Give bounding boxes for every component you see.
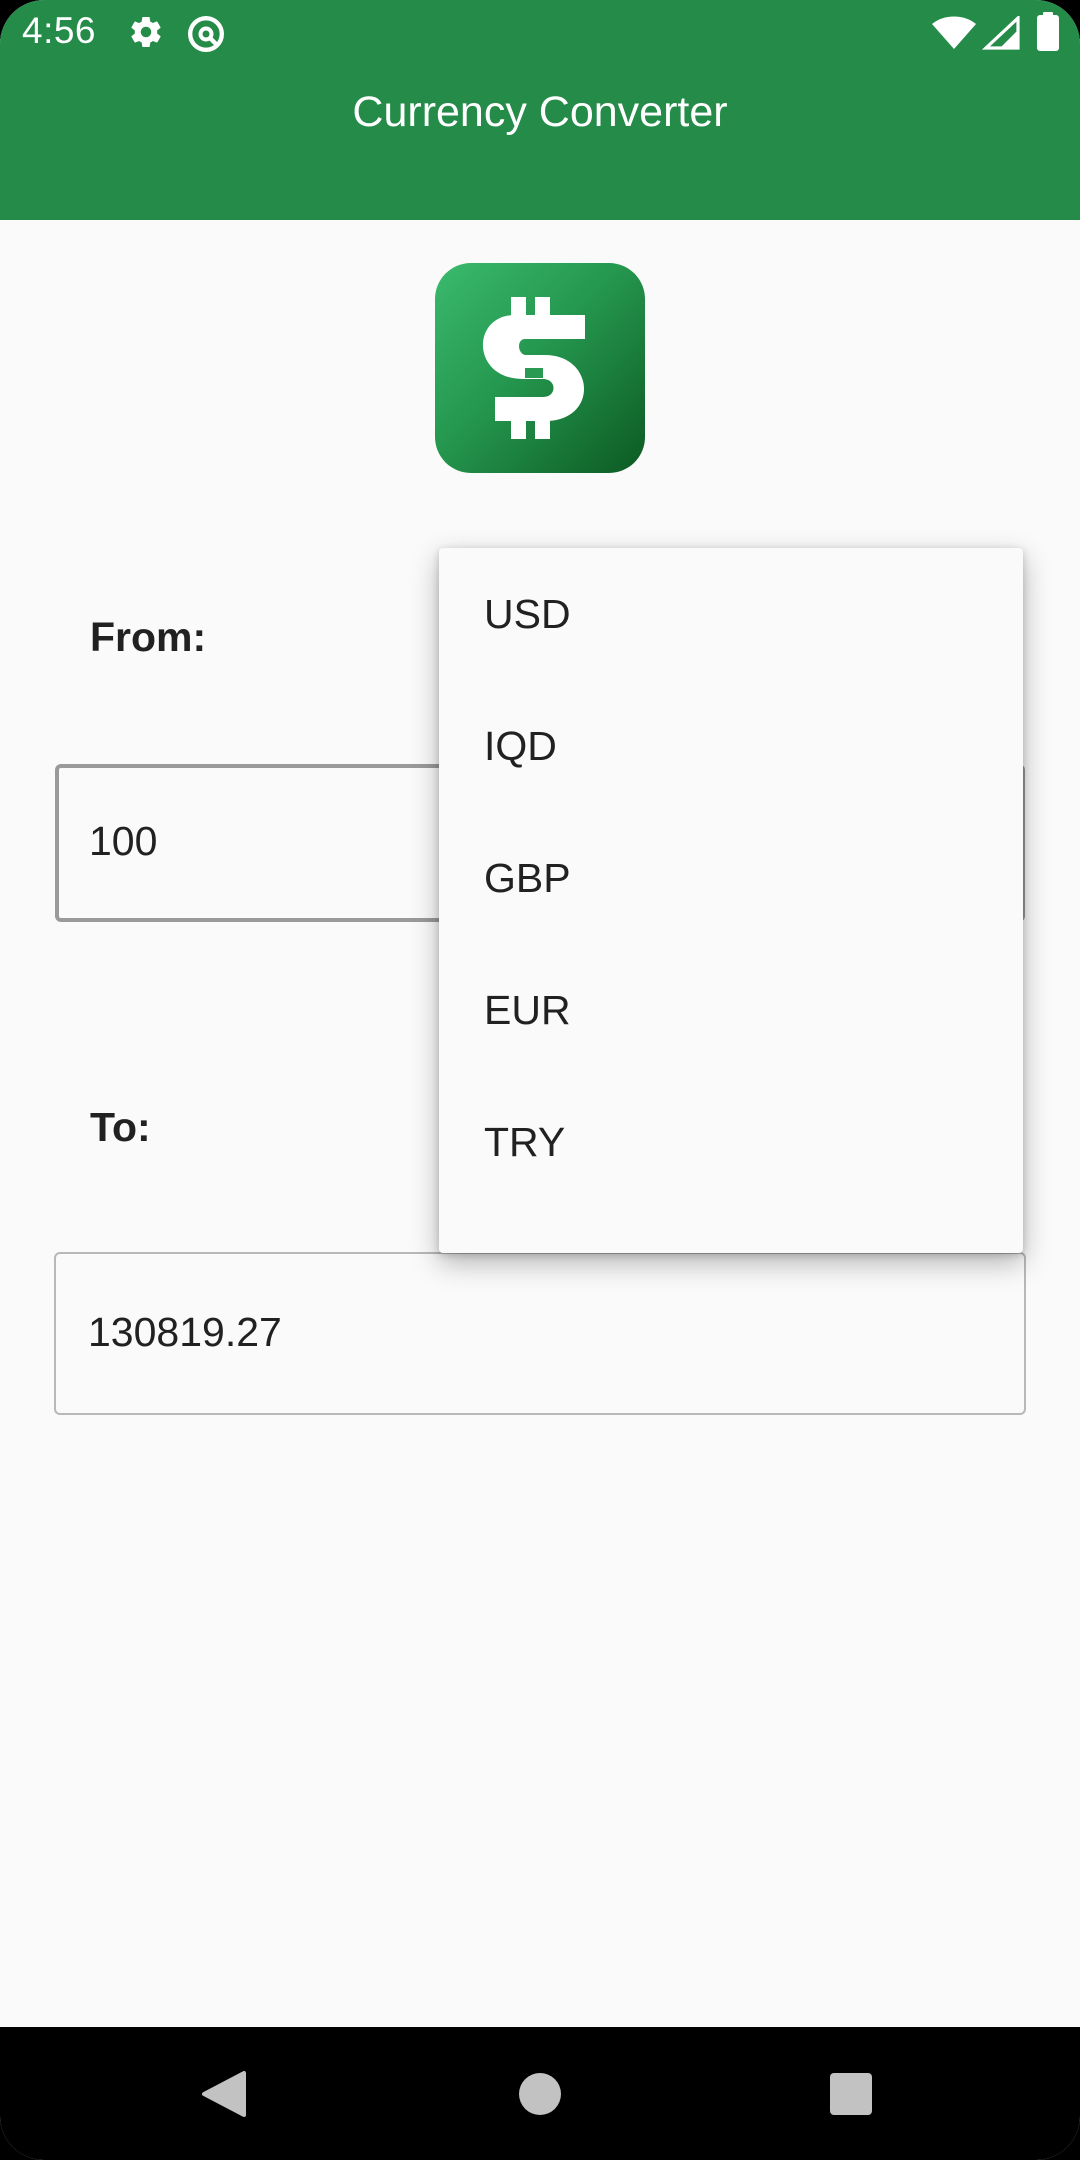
result-value: 130819.27 [88,1309,282,1355]
wifi-icon [932,16,976,55]
gear-icon [128,14,164,55]
screen: 4:56 Currency Converter From: 100 To: 13… [0,0,1080,2160]
recents-icon[interactable] [829,2072,873,2121]
status-bar: 4:56 [0,0,1080,66]
result-field[interactable]: 130819.27 [54,1252,1026,1415]
signal-icon [981,14,1020,55]
home-icon[interactable] [517,2071,563,2122]
dollar-sign-logo-icon [435,263,645,473]
dropdown-option-try[interactable]: TRY [439,1076,1023,1208]
dropdown-option-iqd[interactable]: IQD [439,680,1023,812]
app-title: Currency Converter [352,88,728,136]
battery-icon [1036,12,1060,57]
from-label: From: [90,614,207,660]
dropdown-option-gbp[interactable]: GBP [439,812,1023,944]
dropdown-option-eur[interactable]: EUR [439,944,1023,1076]
navigation-bar [0,2027,1080,2160]
status-time: 4:56 [22,10,97,51]
at-sign-icon [186,14,226,59]
to-label: To: [90,1104,151,1150]
back-icon[interactable] [198,2069,248,2124]
currency-dropdown-menu[interactable]: USD IQD GBP EUR TRY [439,548,1023,1253]
app-header: 4:56 Currency Converter [0,0,1080,220]
amount-value[interactable]: 100 [89,818,157,865]
dropdown-option-usd[interactable]: USD [439,548,1023,680]
